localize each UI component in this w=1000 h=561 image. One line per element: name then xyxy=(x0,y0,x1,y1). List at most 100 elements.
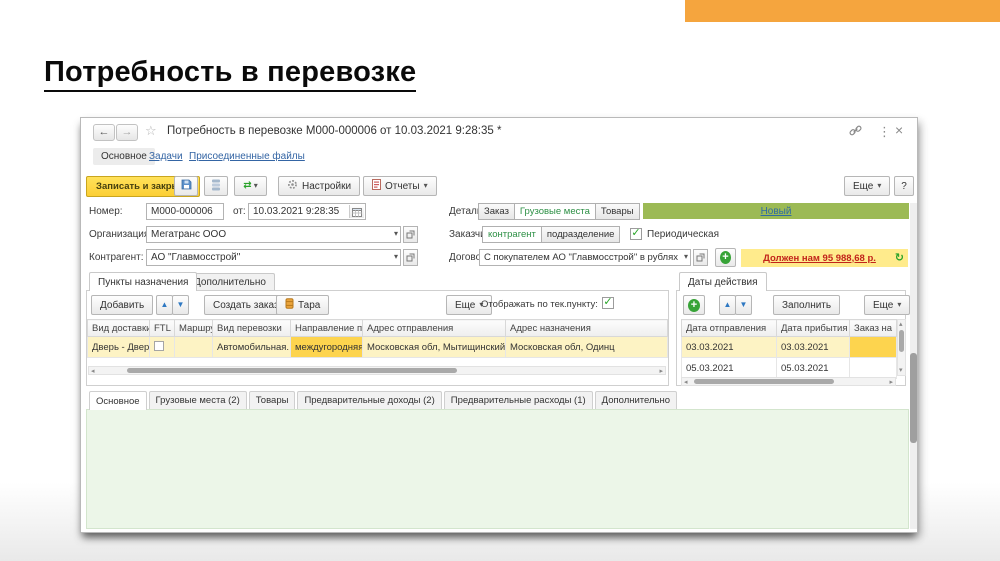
table-row[interactable]: Дверь - Дверь Автомобильная... междугоро… xyxy=(88,337,668,358)
tab-additional-bottom[interactable]: Дополнительно xyxy=(595,391,677,409)
scrollbar-thumb[interactable] xyxy=(127,368,457,373)
scrollbar-thumb[interactable] xyxy=(910,353,917,443)
scroll-right-icon[interactable] xyxy=(889,379,893,386)
scroll-down-icon[interactable] xyxy=(899,367,903,374)
help-button[interactable]: ? xyxy=(894,176,914,196)
forward-button[interactable] xyxy=(116,124,138,141)
periodic-checkbox[interactable] xyxy=(630,228,642,240)
ftl-checkbox[interactable] xyxy=(154,341,164,351)
col-order-for[interactable]: Заказ на xyxy=(850,320,897,337)
chevron-down-icon[interactable] xyxy=(394,253,398,261)
structure-button[interactable] xyxy=(204,176,228,196)
dates-move-up-button[interactable] xyxy=(719,295,736,315)
move-down-button[interactable] xyxy=(172,295,189,315)
date-from-label: от: xyxy=(233,206,246,217)
back-button[interactable] xyxy=(93,124,115,141)
table-header-row: Вид доставки FTL Маршрут Вид перевозки Н… xyxy=(88,320,668,337)
window-vscrollbar[interactable] xyxy=(910,203,917,529)
menu-dots-icon[interactable] xyxy=(878,125,891,138)
scroll-up-icon[interactable] xyxy=(899,321,903,328)
fill-button[interactable]: Заполнить xyxy=(773,295,840,315)
show-current-checkbox[interactable] xyxy=(602,297,614,309)
tab-main[interactable]: Основное xyxy=(93,148,155,165)
col-arrival-date[interactable]: Дата прибытия xyxy=(777,320,850,337)
table-row[interactable]: 03.03.2021 03.03.2021 xyxy=(682,337,897,358)
col-transport-type[interactable]: Вид перевозки xyxy=(213,320,291,337)
col-route[interactable]: Маршрут xyxy=(175,320,213,337)
chevron-down-icon xyxy=(897,301,901,309)
plus-circle-icon xyxy=(688,299,700,312)
tab-preliminary-income[interactable]: Предварительные доходы (2) xyxy=(297,391,441,409)
counterparty-label: Контрагент: xyxy=(89,252,143,263)
reports-button[interactable]: Отчеты xyxy=(363,176,437,196)
customer-option-division[interactable]: подразделение xyxy=(541,226,621,243)
col-direction[interactable]: Направление п... xyxy=(291,320,363,337)
counterparty-combo[interactable]: АО "Главмосстрой" xyxy=(146,249,401,266)
tab-additional[interactable]: Дополнительно xyxy=(185,273,275,291)
tab-tasks[interactable]: Задачи xyxy=(149,151,183,162)
floppy-icon xyxy=(181,179,192,193)
scroll-left-icon[interactable] xyxy=(684,379,688,386)
tab-attached-files[interactable]: Присоединенные файлы xyxy=(189,151,305,162)
add-contract-button[interactable] xyxy=(715,248,736,267)
open-counterparty-button[interactable] xyxy=(403,249,418,266)
debt-link[interactable]: Должен нам 95 988,68 р. xyxy=(763,253,876,264)
status-new-link[interactable]: Новый xyxy=(761,206,792,217)
detail-option-order[interactable]: Заказ xyxy=(478,203,515,220)
dates-more-button[interactable]: Еще xyxy=(864,295,910,315)
favorite-star-icon[interactable] xyxy=(145,124,157,137)
col-delivery-type[interactable]: Вид доставки xyxy=(88,320,150,337)
settings-button[interactable]: Настройки xyxy=(278,176,360,196)
tab-cargo-places[interactable]: Грузовые места (2) xyxy=(149,391,247,409)
chevron-down-icon[interactable] xyxy=(684,253,688,261)
close-icon[interactable] xyxy=(895,123,903,137)
plus-circle-icon xyxy=(720,251,731,264)
col-address-from[interactable]: Адрес отправления xyxy=(363,320,506,337)
open-contract-button[interactable] xyxy=(693,249,708,266)
add-row-button[interactable]: Добавить xyxy=(91,295,153,315)
arrow-down-icon xyxy=(740,301,748,309)
scrollbar-thumb[interactable] xyxy=(899,330,904,352)
detail-option-cargo[interactable]: Грузовые места xyxy=(514,203,596,220)
tab-goods[interactable]: Товары xyxy=(249,391,296,409)
col-departure-date[interactable]: Дата отправления xyxy=(682,320,777,337)
window-title: Потребность в перевозке М000-000006 от 1… xyxy=(167,125,501,137)
col-ftl[interactable]: FTL xyxy=(150,320,175,337)
tab-dates[interactable]: Даты действия xyxy=(679,272,767,291)
open-organization-button[interactable] xyxy=(403,226,418,243)
customer-option-counterparty[interactable]: контрагент xyxy=(482,226,542,243)
refresh-icon[interactable]: ↻ xyxy=(895,251,904,264)
scroll-right-icon[interactable] xyxy=(659,368,663,375)
dates-vscrollbar[interactable] xyxy=(897,319,906,376)
date-input[interactable]: 10.03.2021 9:28:35 xyxy=(248,203,366,220)
col-address-to[interactable]: Адрес назначения xyxy=(506,320,668,337)
number-input[interactable]: М000-000006 xyxy=(146,203,224,220)
save-button[interactable] xyxy=(174,176,198,196)
tara-button[interactable]: Тара xyxy=(276,295,329,315)
move-up-button[interactable] xyxy=(156,295,173,315)
detail-option-goods[interactable]: Товары xyxy=(595,203,640,220)
dates-table: Дата отправления Дата прибытия Заказ на … xyxy=(681,319,897,379)
number-label: Номер: xyxy=(89,206,123,217)
link-icon[interactable] xyxy=(849,124,862,140)
scrollbar-thumb[interactable] xyxy=(694,379,834,384)
tab-main-bottom[interactable]: Основное xyxy=(89,391,147,410)
destinations-hscrollbar[interactable] xyxy=(88,366,666,375)
more-button[interactable]: Еще xyxy=(844,176,890,196)
destinations-table: Вид доставки FTL Маршрут Вид перевозки Н… xyxy=(87,319,668,358)
tab-destinations[interactable]: Пункты назначения xyxy=(89,272,197,291)
chevron-down-icon[interactable] xyxy=(394,230,398,238)
exchange-button[interactable] xyxy=(234,176,267,196)
table-row[interactable]: 05.03.2021 05.03.2021 xyxy=(682,358,897,379)
arrow-down-icon xyxy=(177,301,185,309)
customer-segmented: контрагент подразделение xyxy=(483,226,620,243)
tab-preliminary-expenses[interactable]: Предварительные расходы (1) xyxy=(444,391,593,409)
contract-combo[interactable]: С покупателем АО "Главмосстрой" в рублях xyxy=(479,249,691,266)
add-date-button[interactable] xyxy=(683,295,705,315)
dates-move-down-button[interactable] xyxy=(735,295,752,315)
scroll-left-icon[interactable] xyxy=(91,368,95,375)
dates-hscrollbar[interactable] xyxy=(681,377,896,386)
organization-combo[interactable]: Мегатранс ООО xyxy=(146,226,401,243)
calendar-icon[interactable] xyxy=(349,205,364,218)
debt-banner: Должен нам 95 988,68 р. ↻ xyxy=(741,249,908,267)
